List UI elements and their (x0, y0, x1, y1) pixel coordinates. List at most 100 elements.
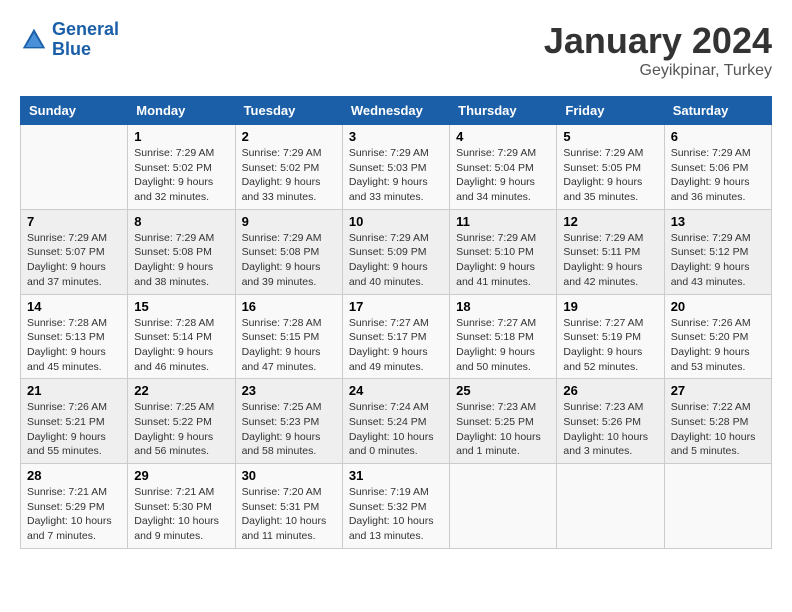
calendar-cell: 5Sunrise: 7:29 AM Sunset: 5:05 PM Daylig… (557, 125, 664, 210)
calendar-cell (450, 464, 557, 549)
month-year: January 2024 (544, 20, 772, 62)
day-number: 25 (456, 383, 550, 398)
day-number: 13 (671, 214, 765, 229)
day-number: 2 (242, 129, 336, 144)
calendar-cell: 29Sunrise: 7:21 AM Sunset: 5:30 PM Dayli… (128, 464, 235, 549)
calendar-cell: 9 Sunrise: 7:29 AM Sunset: 5:08 PM Daylig… (235, 209, 342, 294)
day-number: 17 (349, 299, 443, 314)
logo-text: General Blue (52, 20, 119, 60)
day-info: Sunrise: 7:29 AM Sunset: 5:09 PM Dayligh… (349, 231, 443, 290)
day-info: Sunrise: 7:29 AM Sunset: 5:04 PM Dayligh… (456, 146, 550, 205)
column-header-sunday: Sunday (21, 97, 128, 125)
day-info: Sunrise: 7:25 AM Sunset: 5:22 PM Dayligh… (134, 400, 228, 459)
day-number: 15 (134, 299, 228, 314)
calendar-cell (557, 464, 664, 549)
column-header-friday: Friday (557, 97, 664, 125)
day-number: 12 (563, 214, 657, 229)
calendar-cell: 31Sunrise: 7:19 AM Sunset: 5:32 PM Dayli… (342, 464, 449, 549)
calendar-week-1: 1Sunrise: 7:29 AM Sunset: 5:02 PM Daylig… (21, 125, 772, 210)
day-number: 11 (456, 214, 550, 229)
day-info: Sunrise: 7:26 AM Sunset: 5:20 PM Dayligh… (671, 316, 765, 375)
calendar-cell: 10 Sunrise: 7:29 AM Sunset: 5:09 PM Dayli… (342, 209, 449, 294)
day-info: Sunrise: 7:29 AM Sunset: 5:12 PM Dayligh… (671, 231, 765, 290)
column-header-monday: Monday (128, 97, 235, 125)
day-info: Sunrise: 7:21 AM Sunset: 5:30 PM Dayligh… (134, 485, 228, 544)
day-number: 6 (671, 129, 765, 144)
calendar-cell: 15 Sunrise: 7:28 AM Sunset: 5:14 PM Dayli… (128, 294, 235, 379)
day-number: 28 (27, 468, 121, 483)
calendar-cell: 3 Sunrise: 7:29 AM Sunset: 5:03 PM Daylig… (342, 125, 449, 210)
calendar-cell: 24Sunrise: 7:24 AM Sunset: 5:24 PM Dayli… (342, 379, 449, 464)
calendar-cell: 11 Sunrise: 7:29 AM Sunset: 5:10 PM Dayli… (450, 209, 557, 294)
day-number: 27 (671, 383, 765, 398)
day-number: 19 (563, 299, 657, 314)
calendar-week-3: 14Sunrise: 7:28 AM Sunset: 5:13 PM Dayli… (21, 294, 772, 379)
calendar-cell: 26Sunrise: 7:23 AM Sunset: 5:26 PM Dayli… (557, 379, 664, 464)
calendar-cell: 20 Sunrise: 7:26 AM Sunset: 5:20 PM Dayli… (664, 294, 771, 379)
day-number: 7 (27, 214, 121, 229)
day-number: 5 (563, 129, 657, 144)
page-header: General Blue January 2024 Geyikpinar, Tu… (20, 20, 772, 80)
day-number: 31 (349, 468, 443, 483)
calendar-cell (21, 125, 128, 210)
calendar-cell: 30 Sunrise: 7:20 AM Sunset: 5:31 PM Dayli… (235, 464, 342, 549)
logo-icon (20, 26, 48, 54)
day-number: 24 (349, 383, 443, 398)
calendar-cell: 22 Sunrise: 7:25 AM Sunset: 5:22 PM Dayli… (128, 379, 235, 464)
day-info: Sunrise: 7:29 AM Sunset: 5:11 PM Dayligh… (563, 231, 657, 290)
day-info: Sunrise: 7:29 AM Sunset: 5:08 PM Dayligh… (134, 231, 228, 290)
column-header-thursday: Thursday (450, 97, 557, 125)
calendar-cell: 25 Sunrise: 7:23 AM Sunset: 5:25 PM Dayli… (450, 379, 557, 464)
day-info: Sunrise: 7:29 AM Sunset: 5:02 PM Dayligh… (134, 146, 228, 205)
day-info: Sunrise: 7:29 AM Sunset: 5:03 PM Dayligh… (349, 146, 443, 205)
day-number: 16 (242, 299, 336, 314)
day-info: Sunrise: 7:27 AM Sunset: 5:19 PM Dayligh… (563, 316, 657, 375)
column-header-tuesday: Tuesday (235, 97, 342, 125)
day-number: 30 (242, 468, 336, 483)
calendar-cell: 4 Sunrise: 7:29 AM Sunset: 5:04 PM Daylig… (450, 125, 557, 210)
calendar-cell: 16 Sunrise: 7:28 AM Sunset: 5:15 PM Dayli… (235, 294, 342, 379)
day-info: Sunrise: 7:20 AM Sunset: 5:31 PM Dayligh… (242, 485, 336, 544)
day-info: Sunrise: 7:29 AM Sunset: 5:02 PM Dayligh… (242, 146, 336, 205)
calendar-cell: 13 Sunrise: 7:29 AM Sunset: 5:12 PM Dayli… (664, 209, 771, 294)
calendar-cell: 17Sunrise: 7:27 AM Sunset: 5:17 PM Dayli… (342, 294, 449, 379)
day-info: Sunrise: 7:28 AM Sunset: 5:13 PM Dayligh… (27, 316, 121, 375)
day-number: 9 (242, 214, 336, 229)
location: Geyikpinar, Turkey (544, 62, 772, 80)
column-header-wednesday: Wednesday (342, 97, 449, 125)
day-info: Sunrise: 7:22 AM Sunset: 5:28 PM Dayligh… (671, 400, 765, 459)
day-number: 26 (563, 383, 657, 398)
calendar-cell: 14Sunrise: 7:28 AM Sunset: 5:13 PM Dayli… (21, 294, 128, 379)
day-info: Sunrise: 7:29 AM Sunset: 5:08 PM Dayligh… (242, 231, 336, 290)
calendar-cell: 8Sunrise: 7:29 AM Sunset: 5:08 PM Daylig… (128, 209, 235, 294)
calendar-cell: 2 Sunrise: 7:29 AM Sunset: 5:02 PM Daylig… (235, 125, 342, 210)
calendar-cell: 12 Sunrise: 7:29 AM Sunset: 5:11 PM Dayli… (557, 209, 664, 294)
logo: General Blue (20, 20, 119, 60)
day-number: 18 (456, 299, 550, 314)
day-info: Sunrise: 7:28 AM Sunset: 5:15 PM Dayligh… (242, 316, 336, 375)
calendar-week-2: 7Sunrise: 7:29 AM Sunset: 5:07 PM Daylig… (21, 209, 772, 294)
title-block: January 2024 Geyikpinar, Turkey (544, 20, 772, 80)
day-number: 23 (242, 383, 336, 398)
day-number: 4 (456, 129, 550, 144)
day-number: 20 (671, 299, 765, 314)
day-info: Sunrise: 7:26 AM Sunset: 5:21 PM Dayligh… (27, 400, 121, 459)
day-info: Sunrise: 7:28 AM Sunset: 5:14 PM Dayligh… (134, 316, 228, 375)
logo-line2: Blue (52, 39, 91, 59)
calendar-cell: 28Sunrise: 7:21 AM Sunset: 5:29 PM Dayli… (21, 464, 128, 549)
calendar-cell: 18Sunrise: 7:27 AM Sunset: 5:18 PM Dayli… (450, 294, 557, 379)
column-header-saturday: Saturday (664, 97, 771, 125)
calendar-cell: 1Sunrise: 7:29 AM Sunset: 5:02 PM Daylig… (128, 125, 235, 210)
calendar-cell: 7Sunrise: 7:29 AM Sunset: 5:07 PM Daylig… (21, 209, 128, 294)
day-number: 3 (349, 129, 443, 144)
calendar-cell: 27 Sunrise: 7:22 AM Sunset: 5:28 PM Dayli… (664, 379, 771, 464)
day-info: Sunrise: 7:29 AM Sunset: 5:10 PM Dayligh… (456, 231, 550, 290)
header-row: SundayMondayTuesdayWednesdayThursdayFrid… (21, 97, 772, 125)
day-info: Sunrise: 7:23 AM Sunset: 5:25 PM Dayligh… (456, 400, 550, 459)
calendar-cell: 21Sunrise: 7:26 AM Sunset: 5:21 PM Dayli… (21, 379, 128, 464)
day-number: 10 (349, 214, 443, 229)
day-info: Sunrise: 7:25 AM Sunset: 5:23 PM Dayligh… (242, 400, 336, 459)
day-number: 22 (134, 383, 228, 398)
calendar-cell: 23 Sunrise: 7:25 AM Sunset: 5:23 PM Dayli… (235, 379, 342, 464)
logo-line1: General (52, 19, 119, 39)
